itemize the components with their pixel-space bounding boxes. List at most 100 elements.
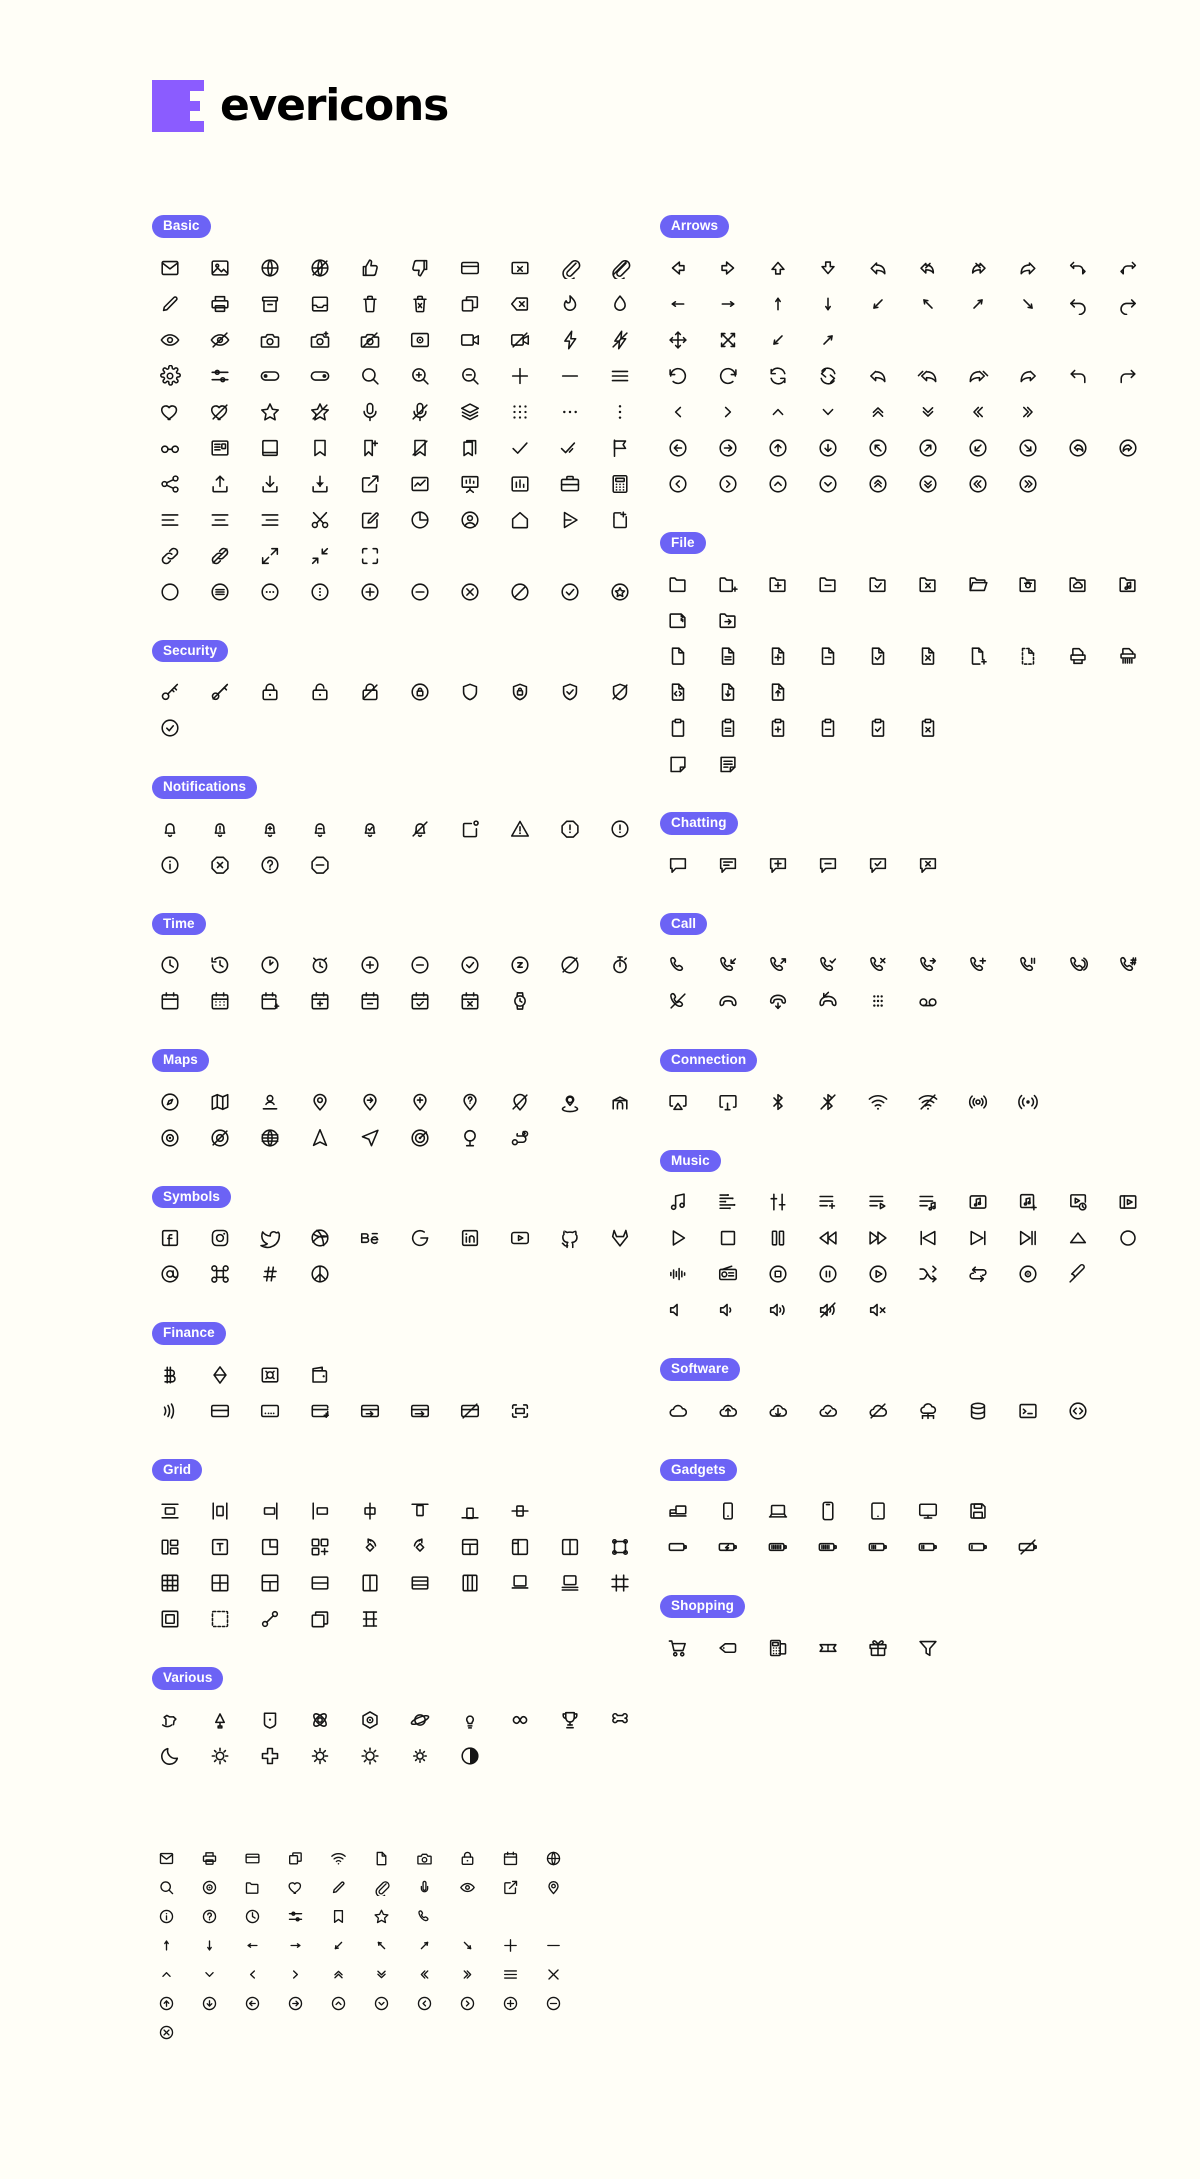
alert-octagon-icon[interactable]: [552, 811, 588, 847]
target-icon[interactable]: [195, 1873, 224, 1902]
thumbs-up-icon[interactable]: [352, 250, 388, 286]
battery-charging-icon[interactable]: [710, 1529, 746, 1565]
shield-verified-icon[interactable]: [152, 710, 188, 746]
arrow-curve-left-icon[interactable]: [860, 250, 896, 286]
circle-chevron-right-icon[interactable]: [453, 1989, 482, 2018]
circle-dots-vertical-icon[interactable]: [302, 574, 338, 610]
align-top-icon[interactable]: [402, 1493, 438, 1529]
peace-icon[interactable]: [302, 1256, 338, 1292]
folder-music-icon[interactable]: [1110, 566, 1146, 602]
camera-off-icon[interactable]: [352, 322, 388, 358]
contactless-icon[interactable]: [152, 1393, 188, 1429]
volume-mute-icon[interactable]: [660, 1292, 696, 1328]
bookmarks-icon[interactable]: [452, 430, 488, 466]
flash-icon[interactable]: [552, 322, 588, 358]
circle-check-icon[interactable]: [552, 574, 588, 610]
arrow-up-icon[interactable]: [152, 1931, 181, 1960]
arrow-curve-right-icon[interactable]: [1010, 250, 1046, 286]
scissors-icon[interactable]: [302, 502, 338, 538]
gear-icon[interactable]: [152, 358, 188, 394]
distribute-horizontal-icon[interactable]: [202, 1493, 238, 1529]
file-shred-icon[interactable]: [1110, 638, 1146, 674]
category-badge[interactable]: Chatting: [660, 812, 738, 835]
chevron-right-icon[interactable]: [710, 394, 746, 430]
folder-icon[interactable]: [660, 566, 696, 602]
globe-icon[interactable]: [252, 250, 288, 286]
radio-icon[interactable]: [710, 1256, 746, 1292]
zoom-out-icon[interactable]: [452, 358, 488, 394]
columns-three-icon[interactable]: [452, 1565, 488, 1601]
next-track-icon[interactable]: [1010, 1220, 1046, 1256]
volume-high-icon[interactable]: [760, 1292, 796, 1328]
at-icon[interactable]: [152, 1256, 188, 1292]
plus-icon[interactable]: [502, 358, 538, 394]
navigation-send-icon[interactable]: [352, 1120, 388, 1156]
fire-icon[interactable]: [552, 286, 588, 322]
circle-arrow-up-left-icon[interactable]: [860, 430, 896, 466]
bookmark-icon[interactable]: [302, 430, 338, 466]
chevron-down-icon[interactable]: [810, 394, 846, 430]
circle-chevron-down-icon[interactable]: [810, 466, 846, 502]
shield-lock-icon[interactable]: [502, 674, 538, 710]
circle-menu-icon[interactable]: [202, 574, 238, 610]
bell-add-icon[interactable]: [252, 811, 288, 847]
circle-x-icon[interactable]: [152, 2018, 181, 2047]
arrow-fat-up-icon[interactable]: [760, 250, 796, 286]
skip-back-icon[interactable]: [910, 1220, 946, 1256]
arrow-left-icon[interactable]: [238, 1931, 267, 1960]
map-pin-icon[interactable]: [539, 1873, 568, 1902]
watch-icon[interactable]: [502, 983, 538, 1019]
hexagon-target-icon[interactable]: [352, 1702, 388, 1738]
folder-cloud-icon[interactable]: [1060, 566, 1096, 602]
target-icon[interactable]: [152, 1120, 188, 1156]
github-icon[interactable]: [552, 1220, 588, 1256]
node-link-icon[interactable]: [252, 1601, 288, 1637]
layout-header-icon[interactable]: [452, 1529, 488, 1565]
alarm-icon[interactable]: [302, 947, 338, 983]
mixer-icon[interactable]: [760, 1184, 796, 1220]
music-add-icon[interactable]: [1010, 1184, 1046, 1220]
pin-user-icon[interactable]: [252, 1084, 288, 1120]
circle-reply-icon[interactable]: [1060, 430, 1096, 466]
message-plus-icon[interactable]: [760, 847, 796, 883]
category-badge[interactable]: Basic: [152, 215, 211, 238]
chevron-left-icon[interactable]: [660, 394, 696, 430]
flag-icon[interactable]: [602, 430, 638, 466]
facebook-icon[interactable]: [152, 1220, 188, 1256]
file-text-icon[interactable]: [710, 638, 746, 674]
layout-corner-icon[interactable]: [252, 1529, 288, 1565]
arrow-up-left-icon[interactable]: [910, 286, 946, 322]
arrow-loop-left-icon[interactable]: [1060, 250, 1096, 286]
phone-incoming-icon[interactable]: [710, 947, 746, 983]
chevrons-up-icon[interactable]: [860, 394, 896, 430]
edit-square-icon[interactable]: [352, 502, 388, 538]
warning-triangle-icon[interactable]: [502, 811, 538, 847]
bell-check-icon[interactable]: [352, 811, 388, 847]
arrow-right-icon[interactable]: [710, 286, 746, 322]
frame-icon[interactable]: [602, 1565, 638, 1601]
circle-arrow-down-right-icon[interactable]: [1010, 430, 1046, 466]
align-right-edge-icon[interactable]: [252, 1493, 288, 1529]
infinity-icon[interactable]: [502, 1702, 538, 1738]
sun-gear-icon[interactable]: [202, 1738, 238, 1774]
bitcoin-icon[interactable]: [152, 1357, 188, 1393]
file-print-icon[interactable]: [1060, 638, 1096, 674]
linkedin-icon[interactable]: [452, 1220, 488, 1256]
lock-icon[interactable]: [252, 674, 288, 710]
align-bottom-icon[interactable]: [452, 1493, 488, 1529]
equalizer-icon[interactable]: [710, 1184, 746, 1220]
chevrons-left-icon[interactable]: [960, 394, 996, 430]
map-pin-icon[interactable]: [302, 1084, 338, 1120]
circle-arrow-down-icon[interactable]: [195, 1989, 224, 2018]
play-icon[interactable]: [660, 1220, 696, 1256]
pin-off-icon[interactable]: [502, 1084, 538, 1120]
bulb-icon[interactable]: [452, 1702, 488, 1738]
arrow-fat-down-icon[interactable]: [810, 250, 846, 286]
phone-plus-icon[interactable]: [960, 947, 996, 983]
cloud-off-icon[interactable]: [860, 1393, 896, 1429]
presentation-icon[interactable]: [452, 466, 488, 502]
stopwatch-icon[interactable]: [602, 947, 638, 983]
phone-x-icon[interactable]: [860, 947, 896, 983]
category-badge[interactable]: Symbols: [152, 1185, 231, 1209]
collapse-icon[interactable]: [302, 538, 338, 574]
